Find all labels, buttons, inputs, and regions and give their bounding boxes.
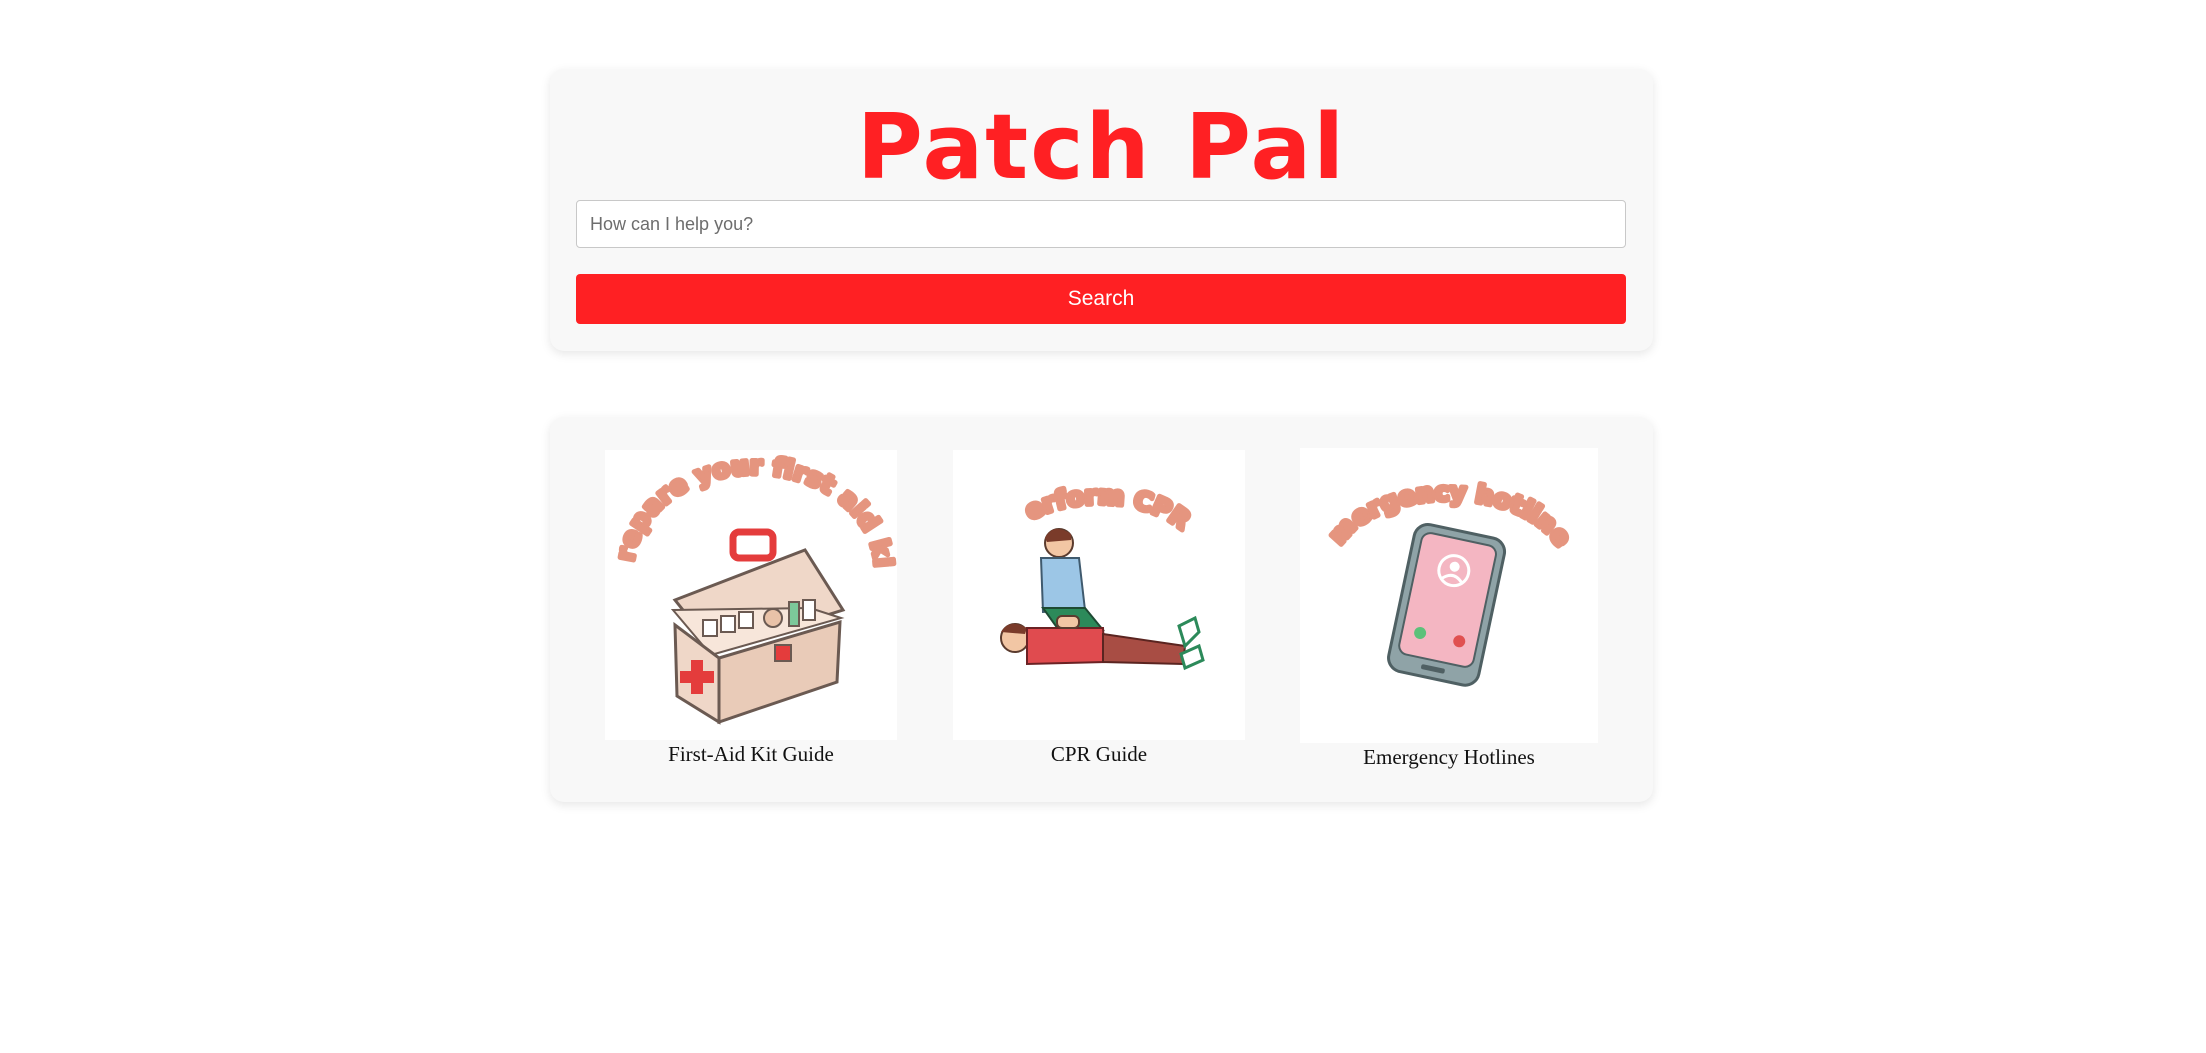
card-cpr[interactable]: perform CPR perform CPR [953,417,1245,802]
card-label-cpr[interactable]: CPR Guide [953,742,1245,767]
svg-text:prepare your first aid kit: prepare your first aid kit [605,450,897,568]
card-first-aid-kit[interactable]: prepare your first aid kit prepare your … [605,417,897,802]
cpr-image[interactable]: perform CPR perform CPR [953,450,1245,740]
svg-text:perform CPR: perform CPR [953,450,1196,535]
phone-call-icon: emergency hotlines emergency hotlines [1300,448,1580,687]
first-aid-kit-caption: prepare your first aid kit [605,450,897,568]
first-aid-kit-icon: prepare your first aid kit prepare your … [605,450,897,725]
card-label-emergency-hotlines[interactable]: Emergency Hotlines [1300,745,1598,770]
first-aid-kit-image[interactable]: prepare your first aid kit prepare your … [605,450,897,740]
emergency-hotlines-image[interactable]: emergency hotlines emergency hotlines [1300,448,1598,743]
cpr-icon: perform CPR perform CPR [953,450,1205,671]
cpr-caption: perform CPR [953,450,1196,535]
card-emergency-hotlines[interactable]: emergency hotlines emergency hotlines [1300,417,1598,802]
search-panel: Patch Pal Search [550,69,1653,351]
search-button[interactable]: Search [576,274,1626,324]
card-label-first-aid-kit[interactable]: First-Aid Kit Guide [605,742,897,767]
page-title: Patch Pal [856,95,1347,200]
guides-panel: prepare your first aid kit prepare your … [550,417,1653,802]
search-input[interactable] [576,200,1626,248]
